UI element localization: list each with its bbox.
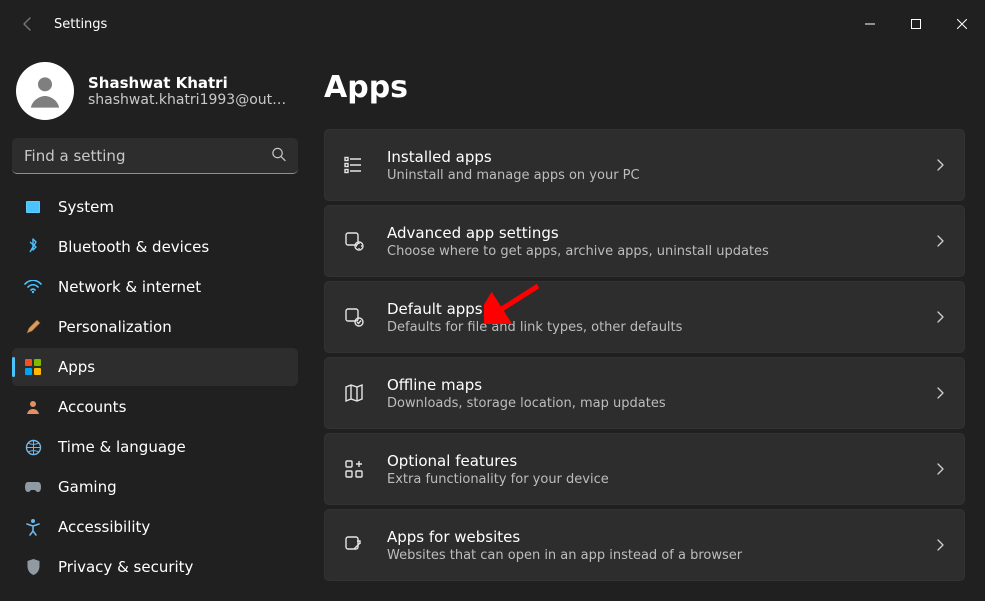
nav-item-accessibility[interactable]: Accessibility (12, 508, 298, 546)
card-text: Advanced app settings Choose where to ge… (387, 224, 912, 259)
card-title: Apps for websites (387, 528, 912, 546)
card-apps-for-websites[interactable]: Apps for websites Websites that can open… (324, 509, 965, 581)
card-optional-features[interactable]: Optional features Extra functionality fo… (324, 433, 965, 505)
app-gear-icon (343, 230, 365, 252)
profile-email: shashwat.khatri1993@out… (88, 92, 286, 108)
grid-plus-icon (343, 458, 365, 480)
nav-item-personalization[interactable]: Personalization (12, 308, 298, 346)
app-check-icon (343, 306, 365, 328)
nav: System Bluetooth & devices Network & int… (12, 188, 298, 586)
list-icon (343, 154, 365, 176)
search-wrap (12, 138, 298, 174)
wifi-icon (24, 278, 42, 296)
nav-label: Personalization (58, 318, 172, 336)
window-title: Settings (54, 17, 107, 32)
maximize-button[interactable] (893, 8, 939, 40)
page-title: Apps (324, 70, 965, 105)
nav-item-network[interactable]: Network & internet (12, 268, 298, 306)
search-icon (271, 147, 286, 166)
nav-item-privacy[interactable]: Privacy & security (12, 548, 298, 586)
card-default-apps[interactable]: Default apps Defaults for file and link … (324, 281, 965, 353)
chevron-right-icon (934, 384, 946, 403)
card-text: Offline maps Downloads, storage location… (387, 376, 912, 411)
card-text: Apps for websites Websites that can open… (387, 528, 912, 563)
apps-icon (24, 358, 42, 376)
card-text: Installed apps Uninstall and manage apps… (387, 148, 912, 183)
nav-label: System (58, 198, 114, 216)
card-text: Optional features Extra functionality fo… (387, 452, 912, 487)
chevron-right-icon (934, 536, 946, 555)
minimize-icon (865, 19, 875, 29)
chevron-right-icon (934, 156, 946, 175)
nav-item-time-language[interactable]: Time & language (12, 428, 298, 466)
card-installed-apps[interactable]: Installed apps Uninstall and manage apps… (324, 129, 965, 201)
paintbrush-icon (24, 318, 42, 336)
person-icon (24, 398, 42, 416)
search-input[interactable] (12, 138, 298, 174)
card-text: Default apps Defaults for file and link … (387, 300, 912, 335)
back-button[interactable] (16, 12, 40, 36)
chevron-right-icon (934, 460, 946, 479)
card-title: Installed apps (387, 148, 912, 166)
card-subtitle: Downloads, storage location, map updates (387, 396, 912, 411)
accessibility-icon (24, 518, 42, 536)
nav-item-system[interactable]: System (12, 188, 298, 226)
card-subtitle: Defaults for file and link types, other … (387, 320, 912, 335)
nav-label: Privacy & security (58, 558, 193, 576)
gamepad-icon (24, 478, 42, 496)
nav-item-bluetooth[interactable]: Bluetooth & devices (12, 228, 298, 266)
arrow-left-icon (20, 16, 36, 32)
window-controls (847, 8, 985, 40)
nav-item-accounts[interactable]: Accounts (12, 388, 298, 426)
nav-label: Bluetooth & devices (58, 238, 209, 256)
maximize-icon (911, 19, 921, 29)
bluetooth-icon (24, 238, 42, 256)
card-subtitle: Websites that can open in an app instead… (387, 548, 912, 563)
nav-item-gaming[interactable]: Gaming (12, 468, 298, 506)
chevron-right-icon (934, 308, 946, 327)
profile-block[interactable]: Shashwat Khatri shashwat.khatri1993@out… (12, 56, 298, 134)
card-subtitle: Extra functionality for your device (387, 472, 912, 487)
nav-item-apps[interactable]: Apps (12, 348, 298, 386)
avatar (16, 62, 74, 120)
card-title: Optional features (387, 452, 912, 470)
titlebar: Settings (0, 0, 985, 48)
card-subtitle: Uninstall and manage apps on your PC (387, 168, 912, 183)
card-title: Default apps (387, 300, 912, 318)
profile-text: Shashwat Khatri shashwat.khatri1993@out… (88, 74, 286, 108)
sidebar: Shashwat Khatri shashwat.khatri1993@out…… (0, 48, 310, 601)
app-link-icon (343, 534, 365, 556)
card-title: Advanced app settings (387, 224, 912, 242)
person-icon (25, 71, 65, 111)
nav-label: Time & language (58, 438, 186, 456)
chevron-right-icon (934, 232, 946, 251)
globe-clock-icon (24, 438, 42, 456)
profile-name: Shashwat Khatri (88, 74, 286, 92)
nav-label: Gaming (58, 478, 117, 496)
display-icon (24, 198, 42, 216)
minimize-button[interactable] (847, 8, 893, 40)
card-subtitle: Choose where to get apps, archive apps, … (387, 244, 912, 259)
shield-icon (24, 558, 42, 576)
nav-label: Accounts (58, 398, 126, 416)
settings-cards: Installed apps Uninstall and manage apps… (324, 129, 965, 581)
card-offline-maps[interactable]: Offline maps Downloads, storage location… (324, 357, 965, 429)
nav-label: Apps (58, 358, 95, 376)
card-advanced-app-settings[interactable]: Advanced app settings Choose where to ge… (324, 205, 965, 277)
close-button[interactable] (939, 8, 985, 40)
nav-label: Network & internet (58, 278, 201, 296)
card-title: Offline maps (387, 376, 912, 394)
nav-label: Accessibility (58, 518, 150, 536)
close-icon (957, 19, 967, 29)
map-icon (343, 382, 365, 404)
main-content: Apps Installed apps Uninstall and manage… (310, 48, 985, 601)
